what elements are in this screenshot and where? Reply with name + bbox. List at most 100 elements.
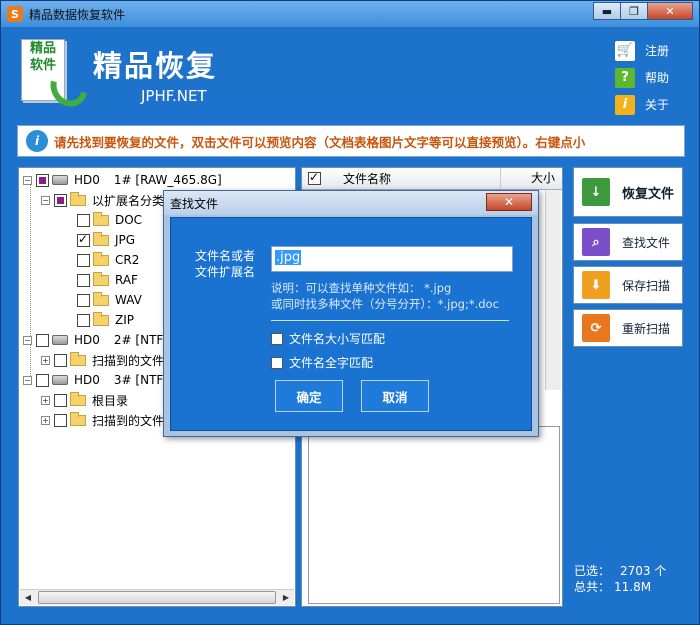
rescan-icon: ⟳ bbox=[582, 314, 610, 342]
select-all-checkbox[interactable] bbox=[308, 170, 321, 185]
help-link[interactable]: ? 帮助 bbox=[614, 64, 669, 91]
close-button[interactable]: ✕ bbox=[647, 2, 693, 20]
tree-node-scanned-2[interactable]: + 扫描到的文件 bbox=[41, 410, 164, 430]
register-link[interactable]: 🛒 注册 bbox=[614, 37, 669, 64]
header: 精品 软件 精品恢复 JPHF.NET 🛒 注册 ? 帮助 i 关于 bbox=[9, 29, 693, 117]
case-match-option[interactable]: 文件名大小写匹配 bbox=[271, 330, 385, 347]
hint-line2: 或同时找多种文件（分号分开）：*.jpg;*.doc bbox=[271, 297, 499, 311]
tree-node-ext-group[interactable]: − 以扩展名分类 bbox=[41, 190, 164, 210]
dialog-title-bar[interactable]: 查找文件 ✕ bbox=[164, 191, 538, 215]
folder-icon bbox=[93, 231, 109, 246]
help-label: 帮助 bbox=[644, 71, 669, 85]
file-list-header: 文件名称 大小 bbox=[302, 168, 562, 190]
tree-node-root[interactable]: + 根目录 bbox=[41, 390, 128, 410]
download-arrow-icon: ⬇ bbox=[582, 271, 610, 299]
case-match-checkbox[interactable] bbox=[271, 332, 283, 345]
folder-icon bbox=[93, 211, 109, 226]
logo-text-1: 精品 bbox=[29, 41, 56, 56]
ok-button[interactable]: 确定 bbox=[275, 380, 343, 412]
selected-value: 2703 个 bbox=[620, 564, 667, 578]
save-scan-button[interactable]: ⬇ 保存扫描 bbox=[573, 266, 683, 304]
tree-horizontal-scrollbar[interactable]: ◀ ▶ bbox=[20, 589, 294, 605]
window-title: 精品数据恢复软件 bbox=[29, 7, 126, 22]
tree-node-raf[interactable]: RAF bbox=[77, 270, 138, 290]
tree-node-cr2[interactable]: CR2 bbox=[77, 250, 139, 270]
help-icon: ? bbox=[614, 67, 635, 88]
maximize-button[interactable]: ❐ bbox=[620, 2, 648, 20]
tree-checkbox[interactable] bbox=[77, 213, 90, 227]
divider bbox=[271, 320, 509, 321]
tree-checkbox[interactable] bbox=[77, 273, 90, 287]
column-size[interactable]: 大小 bbox=[500, 168, 555, 189]
drive-icon bbox=[52, 375, 68, 385]
folder-icon bbox=[93, 291, 109, 306]
collapse-icon[interactable]: − bbox=[23, 335, 32, 345]
rescan-button[interactable]: ⟳ 重新扫描 bbox=[573, 309, 683, 347]
tree-node-scanned-1[interactable]: + 扫描到的文件 bbox=[41, 350, 164, 370]
recover-files-button[interactable]: ↓ 恢复文件 bbox=[573, 167, 683, 217]
folder-icon bbox=[70, 351, 86, 366]
tree-checkbox[interactable] bbox=[77, 293, 90, 307]
tree-checkbox[interactable] bbox=[54, 353, 67, 367]
filename-input[interactable]: .jpg bbox=[271, 246, 513, 272]
minimize-button[interactable]: ▬ bbox=[593, 2, 621, 20]
tree-checkbox[interactable] bbox=[54, 193, 67, 207]
tree-label: HD0 bbox=[74, 173, 100, 187]
tree-checkbox[interactable] bbox=[54, 413, 67, 427]
info-icon: i bbox=[614, 94, 635, 115]
title-bar[interactable]: S 精品数据恢复软件 ▬ ❐ ✕ bbox=[1, 1, 699, 27]
filename-label: 文件名或者 文件扩展名 bbox=[195, 248, 255, 280]
tree-node-wav[interactable]: WAV bbox=[77, 290, 142, 310]
tree-checkbox[interactable] bbox=[77, 232, 90, 247]
tree-label: HD0 bbox=[74, 333, 100, 347]
collapse-icon[interactable]: − bbox=[23, 375, 32, 385]
file-list-vertical-scrollbar[interactable] bbox=[545, 190, 561, 390]
total-size: 总共： 11.8M bbox=[574, 579, 666, 595]
scroll-right-icon[interactable]: ▶ bbox=[278, 590, 294, 605]
tree-label: 扫描到的文件 bbox=[92, 353, 165, 368]
folder-icon bbox=[70, 391, 86, 406]
tree-checkbox[interactable] bbox=[36, 373, 49, 387]
tree-node-hd0-3[interactable]: − HD0 3# [NTFS bbox=[23, 370, 171, 390]
brand-title: 精品恢复 bbox=[93, 49, 218, 83]
collapse-icon[interactable]: − bbox=[41, 195, 50, 205]
tree-checkbox[interactable] bbox=[77, 253, 90, 267]
about-link[interactable]: i 关于 bbox=[614, 91, 669, 118]
tree-node-doc[interactable]: DOC bbox=[77, 210, 142, 230]
folder-icon bbox=[93, 311, 109, 326]
expand-icon[interactable]: + bbox=[41, 395, 50, 405]
whole-word-option[interactable]: 文件名全字匹配 bbox=[271, 354, 373, 371]
expand-icon[interactable]: + bbox=[41, 415, 50, 425]
hint-line1: 说明：可以查找单种文件如： *.jpg bbox=[271, 281, 452, 295]
case-match-label: 文件名大小写匹配 bbox=[289, 332, 386, 346]
folder-icon bbox=[70, 191, 86, 206]
scroll-thumb[interactable] bbox=[38, 591, 276, 604]
tree-checkbox[interactable] bbox=[54, 393, 67, 407]
tree-node-hd0-2[interactable]: − HD0 2# [NTFS bbox=[23, 330, 171, 350]
preview-pane bbox=[308, 426, 560, 604]
tree-node-jpg[interactable]: JPG bbox=[77, 230, 135, 250]
whole-word-checkbox[interactable] bbox=[271, 356, 283, 369]
tree-label: DOC bbox=[115, 213, 143, 227]
save-disk-icon: ↓ bbox=[582, 178, 610, 206]
find-files-button[interactable]: ⌕ 查找文件 bbox=[573, 223, 683, 261]
tree-node-zip[interactable]: ZIP bbox=[77, 310, 134, 330]
notice-text: 请先找到要恢复的文件，双击文件可以预览内容（文档表格图片文字等可以直接预览）。右… bbox=[54, 134, 586, 150]
scroll-left-icon[interactable]: ◀ bbox=[20, 590, 36, 605]
window-controls: ▬ ❐ ✕ bbox=[593, 2, 693, 20]
collapse-icon[interactable]: − bbox=[23, 175, 32, 185]
rescan-label: 重新扫描 bbox=[622, 321, 671, 336]
tree-checkbox[interactable] bbox=[77, 313, 90, 327]
tree-checkbox[interactable] bbox=[36, 333, 49, 347]
tree-label: WAV bbox=[115, 293, 142, 307]
dialog-close-button[interactable]: ✕ bbox=[486, 193, 532, 211]
cart-icon: 🛒 bbox=[614, 40, 635, 61]
column-name[interactable]: 文件名称 bbox=[343, 170, 391, 187]
tree-label: HD0 bbox=[74, 373, 100, 387]
tree-checkbox[interactable] bbox=[36, 173, 49, 187]
brand-subtitle: JPHF.NET bbox=[141, 87, 207, 105]
about-label: 关于 bbox=[644, 98, 669, 112]
cancel-button[interactable]: 取消 bbox=[361, 380, 429, 412]
expand-icon[interactable]: + bbox=[41, 355, 50, 365]
tree-node-hd0-1[interactable]: − HD0 1# [RAW_465.8G] bbox=[23, 170, 222, 190]
